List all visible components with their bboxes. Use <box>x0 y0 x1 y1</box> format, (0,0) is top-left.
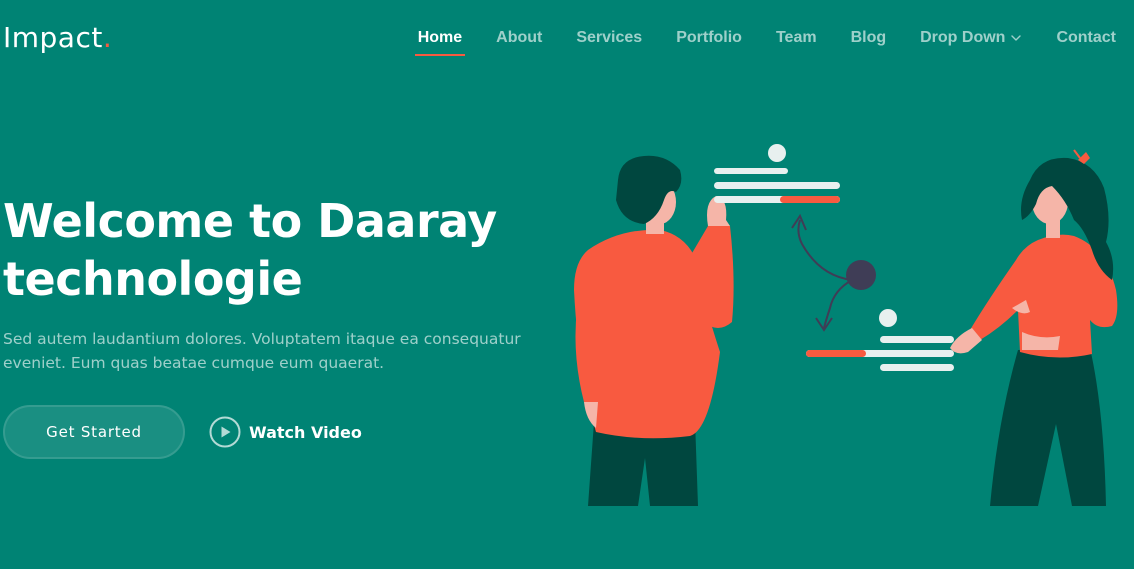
woman-figure <box>950 149 1118 506</box>
logo-text: Impact <box>3 21 103 54</box>
watch-video-button[interactable]: Watch Video <box>209 415 362 449</box>
connection-arrows <box>791 213 876 332</box>
top-info-card <box>714 144 840 203</box>
logo-dot: . <box>102 21 113 54</box>
chevron-down-icon <box>1011 35 1022 41</box>
page: Impact. Home About Services Portfolio Te… <box>0 0 1134 569</box>
main-nav: Home About Services Portfolio Team Blog … <box>401 28 1116 56</box>
nav-item-portfolio[interactable]: Portfolio <box>659 28 759 48</box>
nav-item-about[interactable]: About <box>479 28 559 48</box>
hero-title-line2: technologie <box>3 252 303 306</box>
nav-item-services[interactable]: Services <box>559 28 659 48</box>
hero-description: Sed autem laudantium dolores. Voluptatem… <box>3 330 521 372</box>
watch-video-label: Watch Video <box>249 422 362 442</box>
site-header: Impact. Home About Services Portfolio Te… <box>0 0 1134 78</box>
nav-item-dropdown-label: Drop Down <box>920 29 1006 46</box>
get-started-button[interactable]: Get Started <box>3 405 185 459</box>
bottom-info-card <box>806 309 954 371</box>
nav-item-contact[interactable]: Contact <box>1039 28 1116 48</box>
play-circle-icon <box>209 416 241 448</box>
man-figure <box>574 155 734 506</box>
hero-title-line1: Welcome to Daaray <box>3 194 497 248</box>
nav-item-home[interactable]: Home <box>401 28 479 56</box>
people-collaborating-illustration <box>574 144 1118 506</box>
nav-item-team[interactable]: Team <box>759 28 834 48</box>
hero-title: Welcome to Daaray technologie <box>3 192 543 308</box>
logo[interactable]: Impact. <box>3 19 112 57</box>
nav-item-dropdown[interactable]: Drop Down <box>903 28 1039 48</box>
nav-item-blog[interactable]: Blog <box>834 28 904 48</box>
